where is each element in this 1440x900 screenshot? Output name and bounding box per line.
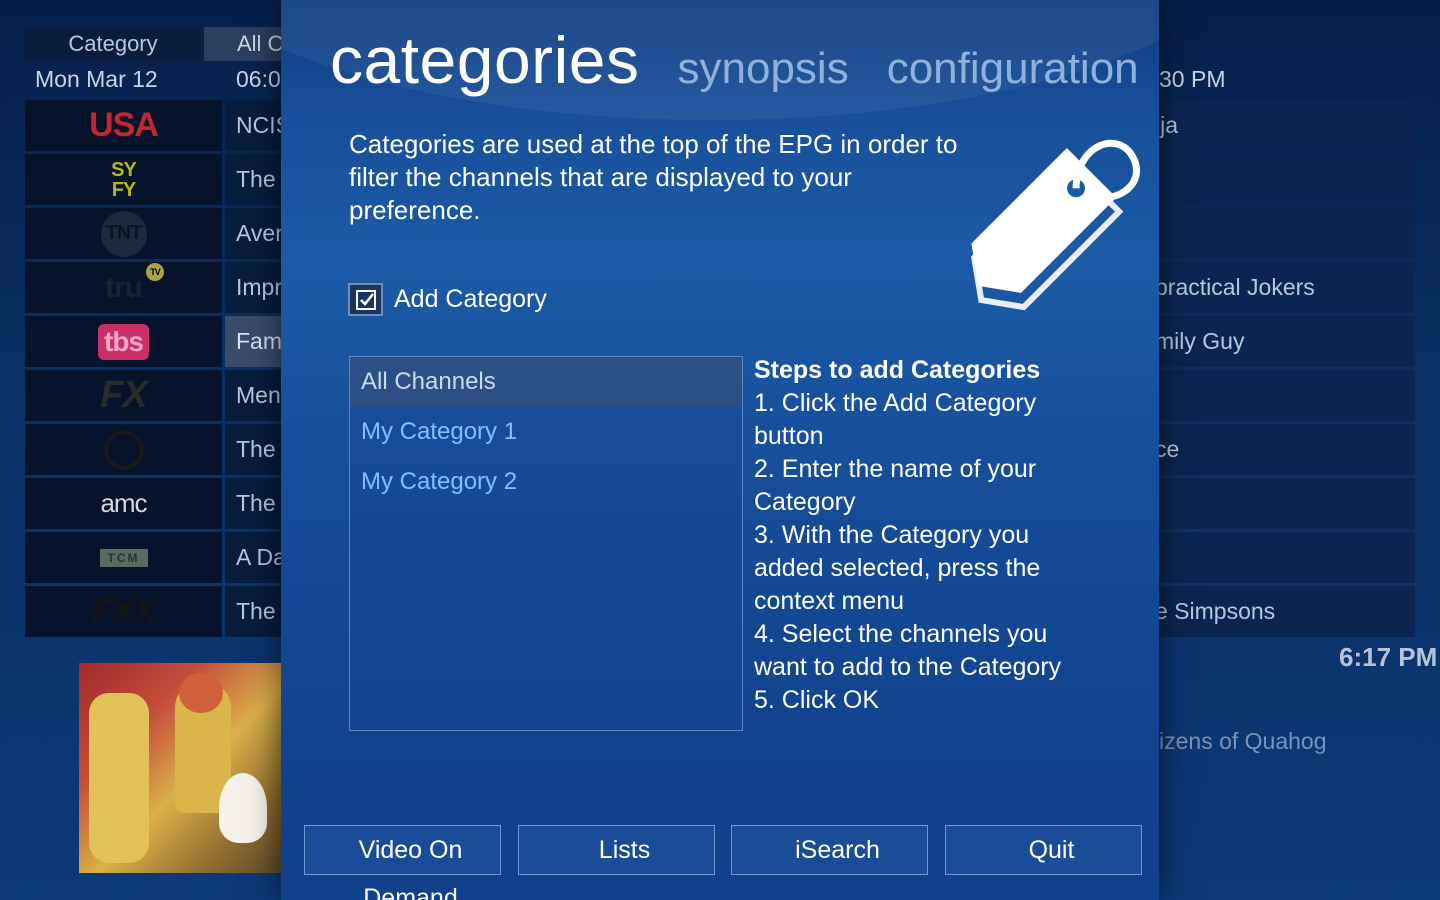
epg-time-start: 06:00 [236,66,282,92]
comedy-central-logo [103,429,144,470]
category-selector[interactable]: All Channels [204,27,284,61]
add-category-button[interactable]: Add Category [348,283,547,316]
program-cell[interactable]: The C [225,478,282,529]
program-cell[interactable]: Aveng [225,208,282,259]
epg-date: Mon Mar 12 [35,66,158,92]
step-item: 2. Enter the name of your Category [754,455,1037,516]
program-cell[interactable]: NCIS [225,100,282,151]
epg-time-end: 30 PM [1159,66,1226,92]
channel-logo-amc[interactable]: amc [25,478,222,529]
trutv-logo: tru TV [105,262,164,305]
program-cell[interactable]: mily Guy [1159,316,1415,367]
program-cell[interactable] [1159,154,1415,205]
tcm-logo: TCM [99,548,148,567]
steps-panel: Steps to add Categories 1. Click the Add… [754,354,1094,717]
channel-logo-usa[interactable]: USA [25,100,222,151]
program-cell[interactable]: The S [225,586,282,637]
channel-logo-tcm[interactable]: TCM [25,532,222,583]
episode-title: izens of Quahog [1159,728,1327,754]
program-cell[interactable]: ce [1159,424,1415,475]
fx-logo: FX [100,374,148,416]
step-item: 4. Select the channels you want to add t… [754,620,1062,681]
tnt-logo: TNT [100,210,147,257]
amc-logo: amc [100,488,147,518]
channel-logo-comedy[interactable] [25,424,222,475]
tab-configuration[interactable]: configuration [887,44,1139,94]
tbs-logo: tbs [98,323,149,360]
program-cell[interactable] [1159,208,1415,259]
program-cell[interactable]: A Day [225,532,282,583]
program-cell[interactable] [1159,532,1415,583]
program-cell[interactable] [1159,370,1415,421]
channel-logo-tnt[interactable]: TNT [25,208,222,259]
add-category-checkbox[interactable] [348,283,383,316]
preview-thumbnail [79,663,283,873]
add-category-label: Add Category [394,285,547,313]
program-cell[interactable]: The C [225,154,282,205]
program-cell[interactable] [1159,478,1415,529]
list-item[interactable]: My Category 1 [350,407,742,457]
list-item[interactable]: All Channels [350,357,742,407]
program-cell[interactable]: ija [1159,100,1415,151]
program-cell[interactable]: Men [225,370,282,421]
channel-logo-fxx[interactable]: FXX [25,586,222,637]
clock: 6:17 PM [1339,642,1438,672]
step-item: 3. With the Category you added selected,… [754,521,1041,615]
syfy-logo: SY FY [111,158,137,201]
category-list[interactable]: All Channels My Category 1 My Category 2 [349,356,743,731]
channel-logo-tbs[interactable]: tbs [25,316,222,367]
step-item: 5. Click OK [754,686,880,714]
usa-logo: USA [89,106,159,144]
tab-synopsis[interactable]: synopsis [678,44,849,94]
program-cell-selected[interactable]: Famil [225,316,282,367]
program-cell[interactable]: practical Jokers [1159,262,1415,313]
categories-dialog: categories synopsis configuration Catego… [281,0,1159,900]
video-on-demand-button[interactable]: Video On Demand [304,825,501,900]
channel-logo-syfy[interactable]: SY FY [25,154,222,205]
channel-logo-trutv[interactable]: tru TV [25,262,222,313]
program-cell[interactable]: The C [225,424,282,475]
program-cell[interactable]: Impra [225,262,282,313]
isearch-button[interactable]: iSearch [731,825,928,875]
tag-icon [971,139,1140,311]
list-item[interactable]: My Category 2 [350,457,742,507]
steps-title: Steps to add Categories [754,356,1041,384]
quit-button[interactable]: Quit [945,825,1142,875]
check-icon [355,289,376,310]
fxx-logo: FXX [91,592,156,630]
dialog-tabs: categories synopsis configuration [330,22,1139,98]
lists-button[interactable]: Lists [518,825,715,875]
channel-logo-fx[interactable]: FX [25,370,222,421]
tab-categories[interactable]: categories [330,22,640,98]
program-cell[interactable]: e Simpsons [1159,586,1415,637]
dialog-description: Categories are used at the top of the EP… [349,129,958,225]
category-header[interactable]: Category [25,27,201,61]
step-item: 1. Click the Add Category button [754,389,1037,450]
